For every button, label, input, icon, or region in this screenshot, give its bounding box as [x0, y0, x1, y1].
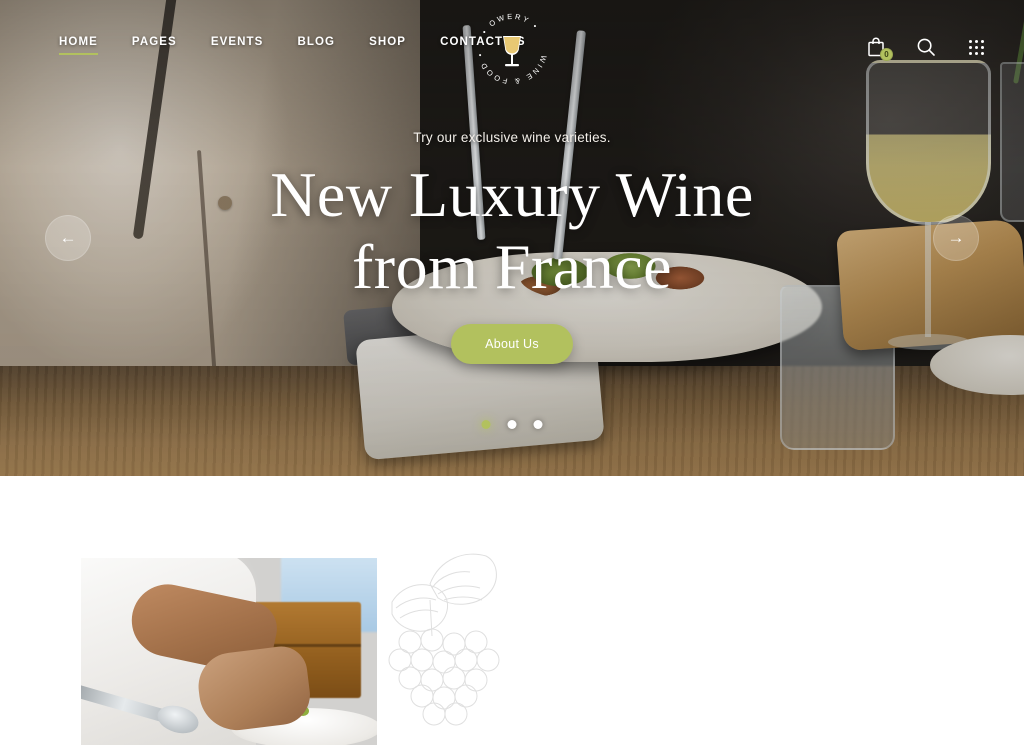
about-section: OUR RESTAURANT We Combine Classics and M…	[0, 476, 1024, 745]
chef-photo	[81, 558, 377, 745]
slider-next-button[interactable]: →	[933, 215, 979, 261]
slider-dot-3[interactable]	[533, 420, 543, 429]
about-us-button[interactable]: About Us	[451, 324, 573, 365]
nav-item-pages[interactable]: PAGES	[115, 36, 194, 48]
about-text-block: OUR RESTAURANT We Combine Classics and M…	[601, 476, 1001, 745]
nav-item-events[interactable]: EVENTS	[194, 36, 281, 48]
header-actions: 0	[864, 34, 988, 61]
grape-vine-illustration	[388, 553, 500, 726]
nav-item-blog[interactable]: BLOG	[280, 36, 352, 48]
site-logo[interactable]: • OWERY • WINE & FOOD • RESTAURANT •	[466, 3, 558, 95]
slider-dot-2[interactable]	[507, 420, 517, 429]
slider-prev-button[interactable]: ←	[45, 215, 91, 261]
nav-item-shop[interactable]: SHOP	[352, 36, 423, 48]
main-navigation: HOME PAGES EVENTS BLOG SHOP CONTACT US	[0, 0, 543, 55]
hero-title: New Luxury Wine from France	[270, 159, 754, 302]
cart-count-badge: 0	[880, 48, 893, 61]
grid-menu-icon	[968, 39, 984, 55]
cart-button[interactable]: 0	[864, 34, 893, 61]
slider-pagination	[481, 420, 543, 429]
wine-glass-icon: • OWERY • WINE & FOOD • RESTAURANT •	[466, 3, 546, 86]
nav-item-home[interactable]: HOME	[42, 36, 115, 55]
search-icon	[917, 38, 935, 56]
arrow-right-icon: →	[947, 228, 965, 247]
hero-title-line-2: from France	[351, 230, 673, 302]
grid-menu-button[interactable]	[964, 34, 988, 60]
hero-subtitle: Try our exclusive wine varieties.	[413, 130, 611, 145]
arrow-left-icon: ←	[59, 228, 77, 247]
about-visual-group	[0, 476, 520, 745]
search-button[interactable]	[914, 34, 938, 60]
site-header: HOME PAGES EVENTS BLOG SHOP CONTACT US •…	[0, 0, 1024, 92]
hero-title-line-1: New Luxury Wine	[270, 159, 754, 230]
svg-text:• OWERY •: • OWERY •	[480, 12, 541, 36]
slider-dot-1[interactable]	[481, 420, 491, 429]
hero-section: HOME PAGES EVENTS BLOG SHOP CONTACT US •…	[0, 0, 1024, 476]
